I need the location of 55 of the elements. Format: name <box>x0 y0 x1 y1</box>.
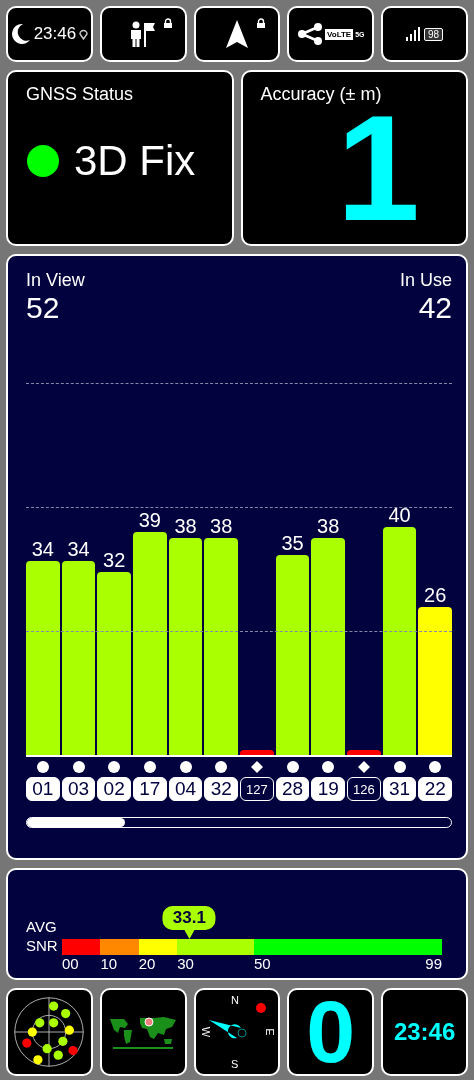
speed-value: 0 <box>306 990 356 1074</box>
snr-value: 38 <box>317 513 340 538</box>
snr-value: 38 <box>210 513 233 538</box>
satellite-id: 28 <box>275 777 310 801</box>
moon-icon <box>10 23 31 45</box>
satellite-id: 22 <box>418 777 453 801</box>
volte-label: VoLTE <box>325 28 354 40</box>
share-icon <box>297 22 324 46</box>
pointer-icon <box>184 930 195 939</box>
snr-label: SNR <box>26 936 59 955</box>
lock-icon <box>162 18 173 28</box>
satellite-id: 02 <box>97 777 131 801</box>
scale-tick-label: 50 <box>253 955 271 972</box>
snr-value: 40 <box>388 502 411 527</box>
clock-time: 23:46 <box>393 1018 456 1046</box>
snr-value: 38 <box>174 513 197 538</box>
avg-label: AVG <box>26 917 58 936</box>
snr-value: 34 <box>67 536 90 561</box>
sky-plot-drawing[interactable] <box>12 995 87 1069</box>
in-view-count: 52 <box>26 291 61 325</box>
average-value: 33.1 <box>162 906 216 930</box>
snr-value: 34 <box>31 536 54 561</box>
world-map-drawing[interactable] <box>108 1015 179 1049</box>
scale-tick-label: 00 <box>62 955 79 972</box>
satellite-id: 03 <box>61 777 96 801</box>
satellite-id: 19 <box>311 777 346 801</box>
satellite-id: 32 <box>204 777 239 801</box>
in-view-label: In View <box>26 270 85 291</box>
scale-tick-label: 30 <box>177 955 194 972</box>
snr-value: 35 <box>281 531 304 555</box>
snr-value: 39 <box>138 508 161 533</box>
satellite-id: 17 <box>133 777 167 801</box>
scale-tick-label: 20 <box>138 955 156 972</box>
scale-tick-label: 10 <box>100 955 118 972</box>
gnss-status-title: GNSS Status <box>26 84 135 105</box>
accuracy-title: Accuracy (± m) <box>260 84 383 105</box>
fix-status: 3D Fix <box>74 137 196 185</box>
location-pin-icon <box>79 28 89 40</box>
navigation-arrow-icon <box>226 20 248 48</box>
satellite-id: 01 <box>26 777 60 801</box>
in-use-count: 42 <box>418 291 452 325</box>
satellite-id: 31 <box>382 777 417 801</box>
battery-level: 98 <box>424 27 444 41</box>
in-use-label: In Use <box>399 270 452 291</box>
lock-icon <box>256 18 267 28</box>
scale-tick-label: 99 <box>425 955 442 972</box>
signal-icon <box>406 27 420 41</box>
snr-value: 26 <box>424 582 447 607</box>
satellite-id: 126 <box>347 777 381 801</box>
satellite-id: 127 <box>240 777 274 801</box>
satellite-id: 04 <box>168 777 203 801</box>
status-time: 23:46 <box>33 24 77 44</box>
accuracy-value: 1 <box>336 105 420 233</box>
snr-value: 32 <box>103 548 126 573</box>
person-flag-icon <box>130 20 157 48</box>
